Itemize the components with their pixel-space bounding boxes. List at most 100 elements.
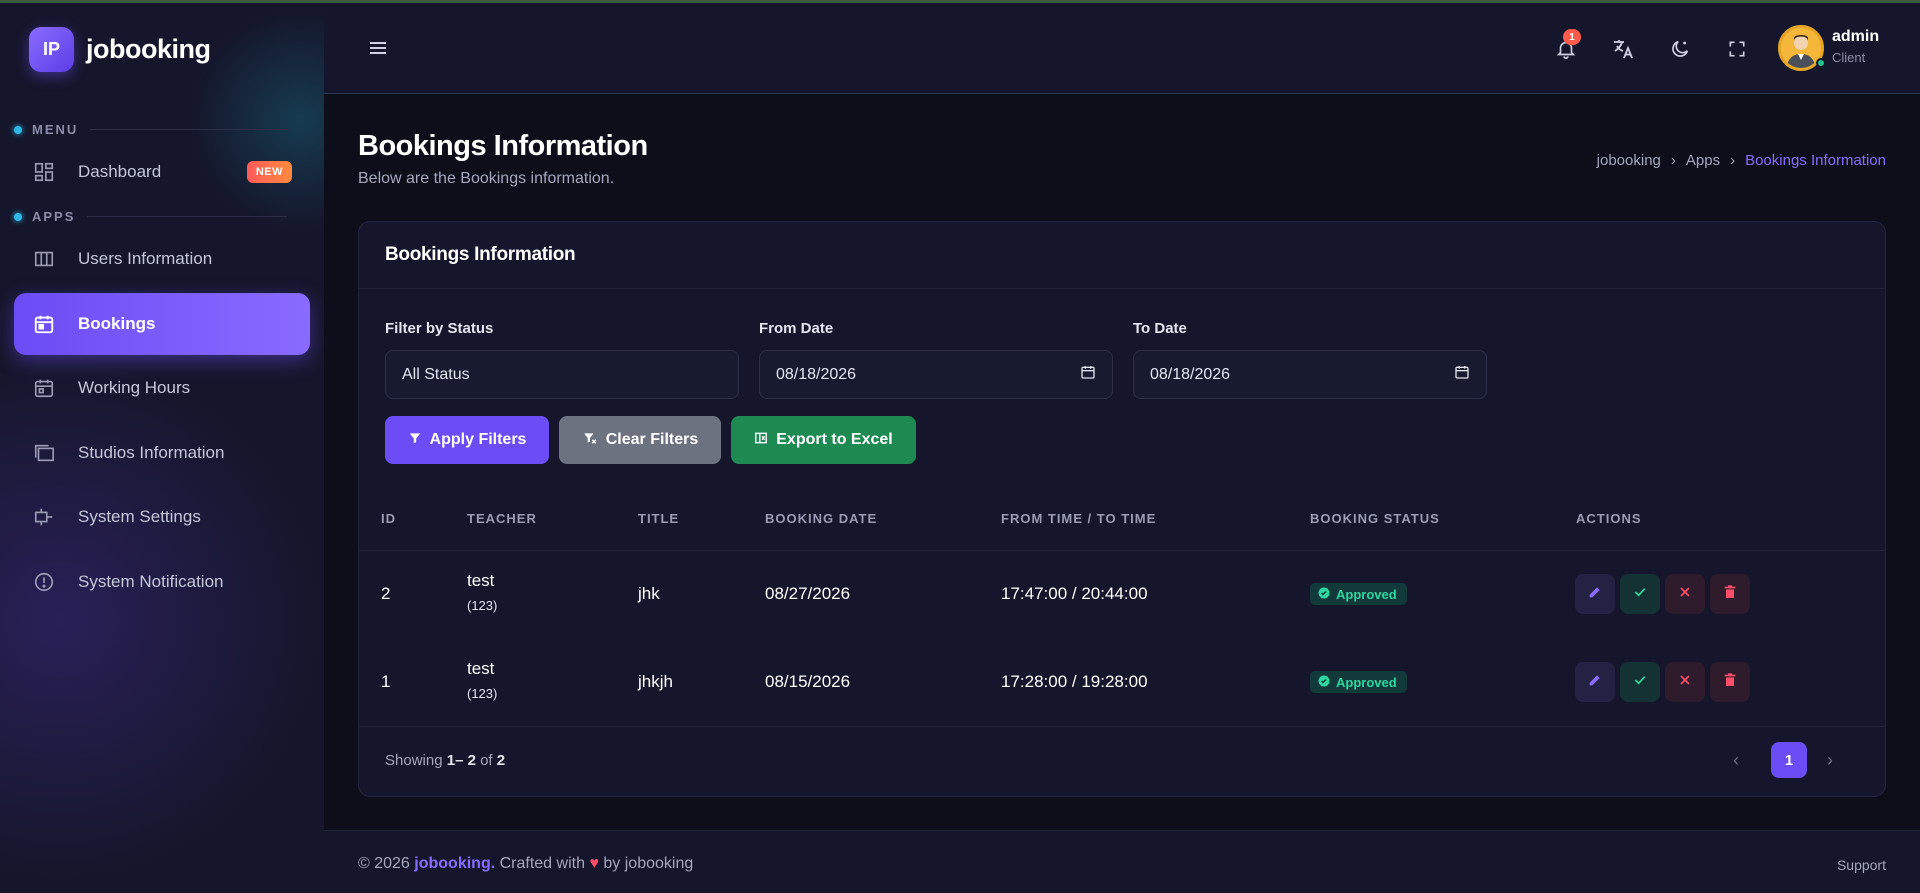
column-header-id[interactable]: ID	[381, 511, 396, 526]
cell-teacher-sub: (123)	[467, 686, 498, 701]
section-title: APPS	[32, 209, 76, 224]
dark-mode-icon[interactable]	[1667, 36, 1693, 62]
to-date-label: To Date	[1133, 320, 1187, 337]
notification-count-badge: 1	[1563, 29, 1581, 45]
fullscreen-icon[interactable]	[1724, 36, 1750, 62]
card-title: Bookings Information	[385, 244, 576, 265]
showing-prefix: Showing	[385, 752, 443, 769]
sidebar-section-menu: MENU	[14, 122, 291, 137]
button-label: Clear Filters	[605, 431, 699, 448]
column-header-actions: ACTIONS	[1576, 511, 1642, 526]
showing-of: of	[480, 752, 493, 769]
check-icon	[1632, 584, 1648, 605]
status-label: Approved	[1336, 674, 1397, 690]
status-filter-value: All Status	[402, 365, 470, 383]
calendar-picker-icon[interactable]	[1080, 364, 1096, 385]
edit-button[interactable]	[1575, 662, 1615, 702]
breadcrumb-item-home[interactable]: jobooking	[1597, 152, 1661, 169]
footer-by: by jobooking	[603, 855, 694, 872]
top-accent-line	[0, 0, 1920, 3]
alert-circle-icon	[32, 570, 56, 594]
column-header-teacher[interactable]: TEACHER	[467, 511, 537, 526]
notification-bell-icon[interactable]: 1	[1553, 29, 1581, 62]
menu-toggle-icon[interactable]	[366, 36, 390, 65]
excel-icon	[754, 431, 768, 450]
cell-id: 1	[381, 672, 391, 691]
clear-filters-button[interactable]: Clear Filters	[559, 416, 721, 464]
brand[interactable]: IP jobooking	[29, 27, 211, 72]
delete-button[interactable]	[1710, 574, 1750, 614]
table-header-divider	[359, 550, 1885, 551]
reject-button[interactable]	[1665, 662, 1705, 702]
column-header-time[interactable]: FROM TIME / TO TIME	[1001, 511, 1156, 526]
translate-icon[interactable]	[1610, 36, 1636, 62]
sidebar-item-label: Users Information	[78, 249, 213, 268]
check-circle-icon	[1318, 587, 1330, 602]
column-header-booking-status[interactable]: BOOKING STATUS	[1310, 511, 1440, 526]
edit-button[interactable]	[1575, 574, 1615, 614]
user-role: Client	[1832, 50, 1866, 65]
footer-copyright: © 2026 jobooking. Crafted with ♥ by jobo…	[358, 855, 693, 873]
table-icon	[32, 247, 56, 271]
sidebar-item-label: Studios Information	[78, 443, 225, 462]
status-filter-select[interactable]: All Status	[385, 350, 739, 399]
pencil-icon	[1587, 672, 1603, 693]
calendar-icon	[32, 312, 56, 336]
check-icon	[1632, 672, 1648, 693]
reject-button[interactable]	[1665, 574, 1705, 614]
footer: © 2026 jobooking. Crafted with ♥ by jobo…	[324, 830, 1920, 893]
support-link[interactable]: Support	[1837, 857, 1886, 873]
pagination-prev-button[interactable]: ‹	[1733, 750, 1739, 771]
sidebar-item-working-hours[interactable]: Working Hours	[14, 357, 310, 419]
section-divider	[90, 129, 291, 130]
page-title: Bookings Information	[358, 130, 648, 162]
breadcrumb-separator: ›	[1730, 152, 1736, 169]
cell-id: 2	[381, 584, 391, 603]
pagination-page-1[interactable]: 1	[1771, 742, 1807, 778]
close-icon	[1677, 672, 1693, 693]
brand-name: jobooking	[86, 34, 211, 64]
pencil-icon	[1587, 584, 1603, 605]
to-date-input[interactable]: 08/18/2026	[1133, 350, 1487, 399]
online-status-dot	[1816, 58, 1826, 68]
sidebar-item-label: Working Hours	[78, 378, 191, 397]
folders-icon	[32, 441, 56, 465]
cell-booking-date: 08/15/2026	[765, 672, 851, 691]
calendar-icon	[32, 376, 56, 400]
section-divider	[87, 216, 288, 217]
apply-filters-button[interactable]: Apply Filters	[385, 416, 549, 464]
sidebar: IP jobooking MENU Dashboard NEW APPS Use…	[0, 0, 324, 893]
dashboard-icon	[32, 160, 56, 184]
breadcrumb-item-apps[interactable]: Apps	[1686, 152, 1720, 169]
sidebar-item-system-notification[interactable]: System Notification	[14, 551, 310, 613]
column-header-title[interactable]: TITLE	[638, 511, 679, 526]
pagination-next-button[interactable]: ›	[1827, 750, 1833, 771]
approve-button[interactable]	[1620, 574, 1660, 614]
approve-button[interactable]	[1620, 662, 1660, 702]
range-end: – 2	[455, 752, 476, 769]
export-excel-button[interactable]: Export to Excel	[731, 416, 916, 464]
from-date-value: 08/18/2026	[776, 365, 857, 383]
sidebar-item-dashboard[interactable]: Dashboard NEW	[14, 141, 310, 203]
sidebar-item-studios-information[interactable]: Studios Information	[14, 422, 310, 484]
user-name[interactable]: admin	[1832, 28, 1879, 46]
to-date-value: 08/18/2026	[1150, 365, 1231, 383]
sidebar-item-bookings[interactable]: Bookings	[14, 293, 310, 355]
footer-brand-link[interactable]: jobooking.	[414, 855, 495, 872]
calendar-picker-icon[interactable]	[1454, 364, 1470, 385]
sidebar-item-users-information[interactable]: Users Information	[14, 228, 310, 290]
column-header-booking-date[interactable]: BOOKING DATE	[765, 511, 877, 526]
pagination-summary: Showing 1– 2 of 2	[385, 752, 505, 769]
total-count: 2	[496, 752, 506, 769]
button-label: Apply Filters	[429, 431, 527, 448]
delete-button[interactable]	[1710, 662, 1750, 702]
card-divider	[359, 288, 1885, 289]
status-badge: Approved	[1310, 671, 1407, 693]
sidebar-item-system-settings[interactable]: System Settings	[14, 486, 310, 548]
trash-icon	[1722, 584, 1738, 605]
trash-icon	[1722, 672, 1738, 693]
cell-time: 17:47:00 / 20:44:00	[1001, 584, 1148, 603]
from-date-input[interactable]: 08/18/2026	[759, 350, 1113, 399]
bookings-card: Bookings Information Filter by Status Al…	[358, 221, 1886, 797]
filter-clear-icon	[582, 431, 598, 450]
